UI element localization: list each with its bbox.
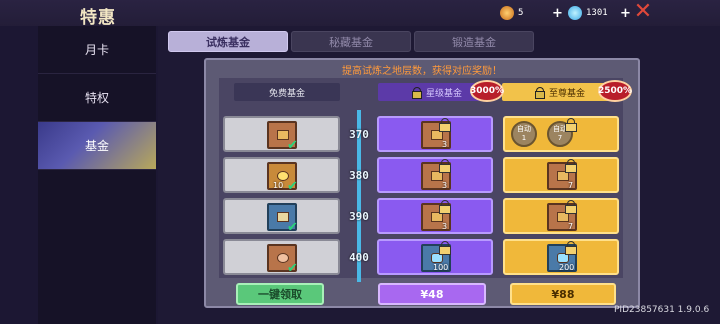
- fund-screen: 特惠 5 + 1301 + ✕ 月卡 特权 基金 试炼基金 秘藏基金 锻造基金 …: [0, 0, 720, 324]
- free-reward-cell[interactable]: ✔: [223, 239, 340, 275]
- tab-label: 秘藏基金: [329, 35, 373, 49]
- add-gem-button[interactable]: +: [620, 6, 631, 21]
- free-reward-cell[interactable]: 10 ✔: [223, 157, 340, 193]
- free-reward-cell[interactable]: ✔: [223, 198, 340, 234]
- column-supreme-label: 至尊基金: [548, 88, 585, 99]
- star-reward-cell[interactable]: 3: [377, 116, 493, 152]
- auto-reward-icon: 自动 1: [511, 121, 537, 147]
- buy-supreme-fund-button[interactable]: ¥88: [510, 283, 616, 305]
- reward-qty: 200: [559, 263, 575, 272]
- column-star-label: 星级基金: [425, 88, 462, 99]
- reward-qty: 3: [442, 222, 448, 231]
- check-icon: ✔: [287, 261, 298, 276]
- tab-secret-fund[interactable]: 秘藏基金: [291, 31, 411, 52]
- close-button[interactable]: ✕: [632, 1, 654, 23]
- sidebar: 月卡 特权 基金: [38, 26, 156, 324]
- reward-qty: 100: [433, 263, 449, 272]
- lock-icon: [534, 87, 545, 99]
- star-reward-cell[interactable]: 3: [377, 198, 493, 234]
- check-icon: ✔: [287, 138, 298, 153]
- free-reward-cell[interactable]: ✔: [223, 116, 340, 152]
- sidebar-item-label: 特权: [84, 91, 109, 105]
- close-icon: ✕: [633, 0, 653, 24]
- supreme-reward-cell[interactable]: 7: [503, 198, 619, 234]
- currency-gem-value: 1301: [586, 8, 608, 18]
- currency-fire-value: 5: [518, 8, 524, 18]
- supreme-reward-cell[interactable]: 7: [503, 157, 619, 193]
- lock-icon: [411, 87, 422, 99]
- check-icon: ✔: [287, 179, 298, 194]
- reward-qty: 7: [568, 181, 574, 190]
- sidebar-item-monthly-card[interactable]: 月卡: [38, 26, 156, 74]
- supreme-reward-cell[interactable]: 200: [503, 239, 619, 275]
- currency-gem: 1301 +: [568, 5, 631, 21]
- claim-all-button[interactable]: 一键领取: [236, 283, 324, 305]
- fire-coin-icon: [500, 6, 514, 20]
- tab-forge-fund[interactable]: 锻造基金: [414, 31, 534, 52]
- reward-qty: 3: [442, 181, 448, 190]
- sidebar-item-fund[interactable]: 基金: [38, 122, 156, 170]
- star-reward-cell[interactable]: 100: [377, 239, 493, 275]
- padlock-icon: [439, 118, 451, 132]
- check-icon: ✔: [287, 220, 298, 235]
- padlock-icon: [565, 200, 577, 214]
- reward-qty: 10: [273, 181, 284, 190]
- column-free-label: 免费基金: [268, 88, 305, 99]
- column-free: 免费基金: [234, 83, 340, 101]
- sidebar-item-label: 月卡: [84, 43, 109, 57]
- reward-qty: 3: [442, 140, 448, 149]
- star-reward-cell[interactable]: 3: [377, 157, 493, 193]
- reward-qty: 7: [568, 222, 574, 231]
- build-id: PID23857631 1.9.0.6: [614, 305, 710, 315]
- supreme-reward-cell[interactable]: 自动 1 自动 7: [503, 116, 619, 152]
- headline-text: 提高试炼之地层数，获得对应奖励！: [342, 66, 502, 77]
- level-label: 400: [349, 250, 369, 264]
- padlock-icon: [439, 241, 451, 255]
- tab-trial-fund[interactable]: 试炼基金: [168, 31, 288, 52]
- padlock-icon: [439, 159, 451, 173]
- buy-star-fund-button[interactable]: ¥48: [378, 283, 486, 305]
- page-title: 特惠: [80, 8, 116, 28]
- add-fire-coin-button[interactable]: +: [552, 6, 563, 21]
- padlock-icon: [565, 241, 577, 255]
- padlock-icon: [439, 200, 451, 214]
- tab-label: 试炼基金: [206, 35, 250, 49]
- padlock-icon: [565, 159, 577, 173]
- gem-icon: [568, 6, 582, 20]
- currency-fire: 5 +: [500, 5, 563, 21]
- padlock-icon: [565, 118, 577, 132]
- supreme-bonus-badge: 2500%: [598, 80, 632, 102]
- sidebar-item-privilege[interactable]: 特权: [38, 74, 156, 122]
- star-bonus-badge: 3000%: [470, 80, 504, 102]
- level-label: 390: [349, 209, 369, 223]
- sidebar-item-label: 基金: [84, 139, 109, 153]
- tab-label: 锻造基金: [452, 35, 496, 49]
- level-label: 370: [349, 127, 369, 141]
- level-label: 380: [349, 168, 369, 182]
